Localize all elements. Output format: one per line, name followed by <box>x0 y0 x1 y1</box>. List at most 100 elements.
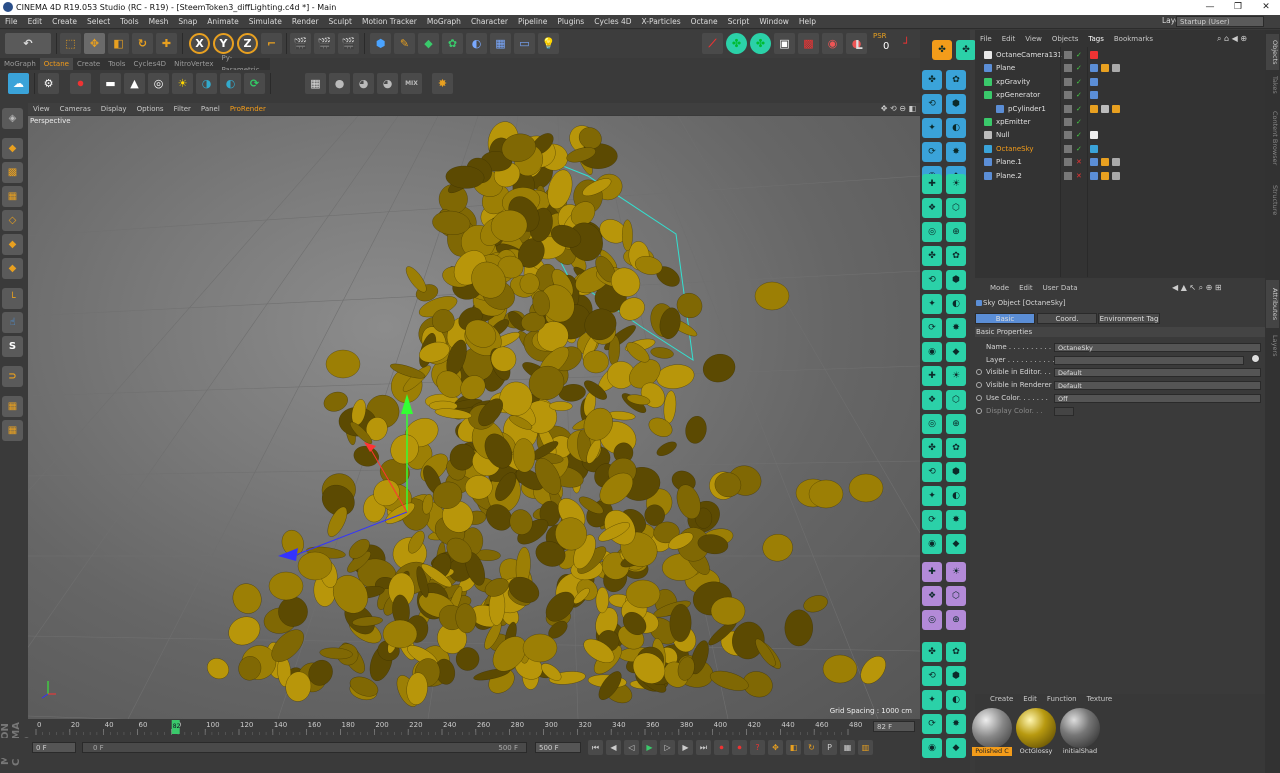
plugin-tab-cycles4d[interactable]: Cycles4D <box>129 58 170 70</box>
palette-button[interactable]: ⬢ <box>946 666 966 686</box>
cloner-button[interactable]: ✿ <box>442 33 463 54</box>
soft-selection-tool[interactable]: ⊃ <box>2 366 23 387</box>
object-tags[interactable] <box>1090 171 1123 180</box>
octane-texture-env-button[interactable]: ◐ <box>220 73 241 94</box>
attribute-value-field[interactable]: Off <box>1054 393 1261 403</box>
timeline-ruler[interactable]: 0204060801001201401601802002202402602803… <box>28 719 920 735</box>
viewport-menu-panel[interactable]: Panel <box>196 103 225 115</box>
object-tags[interactable] <box>1090 77 1101 86</box>
move-key-button[interactable]: ✥ <box>768 740 783 755</box>
display-color-swatch[interactable] <box>1054 406 1074 416</box>
enable-check-icon[interactable]: ✕ <box>1076 156 1082 169</box>
menu-item-help[interactable]: Help <box>794 15 821 29</box>
viewport-menu-filter[interactable]: Filter <box>169 103 196 115</box>
object-tags[interactable] <box>1090 91 1101 100</box>
close-button[interactable]: ✕ <box>1252 0 1280 15</box>
menu-item-edit[interactable]: Edit <box>23 15 48 29</box>
palette-button[interactable]: ⊕ <box>946 414 966 434</box>
attribute-tab-environment-tag[interactable]: Environment Tag <box>1098 313 1160 324</box>
animate-param-icon[interactable] <box>976 407 982 414</box>
object-menu-tags[interactable]: Tags <box>1083 33 1109 46</box>
attribute-menu-user-data[interactable]: User Data <box>1038 283 1083 293</box>
tag-icon[interactable] <box>1112 64 1120 73</box>
visibility-toggle[interactable] <box>1064 77 1072 86</box>
palette-button[interactable]: ✿ <box>946 246 966 266</box>
octane-material-button[interactable]: ▩ <box>798 33 819 54</box>
tag-icon[interactable] <box>1101 104 1109 113</box>
menu-item-file[interactable]: File <box>0 15 23 29</box>
render-picture-viewer-button[interactable]: 🎬 <box>314 33 335 54</box>
sidebar-tab-objects[interactable]: Objects <box>1266 34 1279 70</box>
palette-button[interactable]: ◎ <box>922 610 942 630</box>
palette-button[interactable]: ✤ <box>922 438 942 458</box>
palette-button[interactable]: ⟲ <box>922 666 942 686</box>
tag-icon[interactable] <box>1090 158 1098 167</box>
palette-button[interactable]: ⬡ <box>946 390 966 410</box>
subdivision-button[interactable]: ◆ <box>418 33 439 54</box>
viewport-menu-view[interactable]: View <box>28 103 55 115</box>
menu-item-pipeline[interactable]: Pipeline <box>513 15 552 29</box>
prev-key-button[interactable]: ◀ <box>606 740 621 755</box>
palette-button[interactable]: ◐ <box>946 690 966 710</box>
palette-button[interactable]: ☀ <box>946 366 966 386</box>
palette-button[interactable]: ⊕ <box>946 222 966 242</box>
palette-button[interactable]: ✤ <box>922 246 942 266</box>
object-row-plane[interactable]: Plane ✓ <box>976 62 1264 75</box>
menu-item-mograph[interactable]: MoGraph <box>422 15 466 29</box>
deformer-button[interactable]: ◐ <box>466 33 487 54</box>
object-row-plane-2[interactable]: Plane.2 ✕ <box>976 170 1264 183</box>
palette-button[interactable]: ✦ <box>922 486 942 506</box>
object-tags[interactable] <box>1090 104 1123 113</box>
tweak-mode-tool[interactable]: ☝ <box>2 312 23 333</box>
octane-specular-button[interactable]: ◕ <box>377 73 398 94</box>
menu-item-sculpt[interactable]: Sculpt <box>324 15 357 29</box>
tag-icon[interactable] <box>1090 131 1098 140</box>
menu-item-select[interactable]: Select <box>82 15 115 29</box>
model-mode-tool[interactable]: ◆ <box>2 138 23 159</box>
scale-key-button[interactable]: ◧ <box>786 740 801 755</box>
material-name[interactable]: initialShad <box>1060 747 1100 756</box>
material-name[interactable]: OctGlossy <box>1016 747 1056 756</box>
object-tags[interactable] <box>1090 144 1101 153</box>
plugin-tab-tools[interactable]: Tools <box>104 58 129 70</box>
plugin-tab-create[interactable]: Create <box>73 58 104 70</box>
attribute-tab-coord-[interactable]: Coord. <box>1037 313 1097 324</box>
octane-mix-button[interactable]: MIX <box>401 73 422 94</box>
tag-icon[interactable] <box>1090 51 1098 59</box>
attribute-value-field[interactable] <box>1054 355 1244 365</box>
material-menu-texture[interactable]: Texture <box>1082 694 1118 704</box>
enable-check-icon[interactable]: ✓ <box>1076 129 1082 142</box>
minimize-button[interactable]: — <box>1196 0 1224 15</box>
end-frame-field[interactable]: 500 F <box>535 742 581 753</box>
material-preview[interactable] <box>972 708 1012 748</box>
menu-item-animate[interactable]: Animate <box>202 15 243 29</box>
sidebar-tab-takes[interactable]: Takes <box>1266 72 1279 98</box>
auto-key-button[interactable]: ⏺ <box>732 740 747 755</box>
palette-button[interactable]: ✸ <box>946 510 966 530</box>
palette-button[interactable]: ❖ <box>922 198 942 218</box>
palette-button[interactable]: ✚ <box>922 562 942 582</box>
record-keys-button[interactable]: ⏺ <box>714 740 729 755</box>
menu-item-snap[interactable]: Snap <box>173 15 202 29</box>
palette-button[interactable]: ✸ <box>946 318 966 338</box>
palette-button[interactable]: ◆ <box>946 534 966 554</box>
octane-targeted-light-button[interactable]: ▲ <box>124 73 145 94</box>
tag-icon[interactable] <box>1112 104 1120 113</box>
palette-button[interactable]: ✤ <box>922 642 942 662</box>
visibility-toggle[interactable] <box>1064 64 1072 73</box>
attribute-value-field[interactable]: Default <box>1054 368 1261 378</box>
attribute-menu-edit[interactable]: Edit <box>1014 283 1038 293</box>
palette-button[interactable]: ◐ <box>946 294 966 314</box>
tag-icon[interactable] <box>1090 64 1098 73</box>
camera-button[interactable]: ▭ <box>514 33 535 54</box>
material-preview[interactable] <box>1060 708 1100 748</box>
palette-button[interactable]: ⬢ <box>946 462 966 482</box>
object-row-octanesky[interactable]: OctaneSky ✓ <box>976 143 1264 156</box>
menu-item-tools[interactable]: Tools <box>115 15 143 29</box>
workplane-mode-tool[interactable]: ▦ <box>2 186 23 207</box>
visibility-toggle[interactable] <box>1064 158 1072 167</box>
visibility-toggle[interactable] <box>1064 131 1072 140</box>
palette-button[interactable]: ❖ <box>922 586 942 606</box>
enable-check-icon[interactable]: ✕ <box>1076 170 1082 183</box>
attribute-value-field[interactable]: Default <box>1054 381 1261 391</box>
